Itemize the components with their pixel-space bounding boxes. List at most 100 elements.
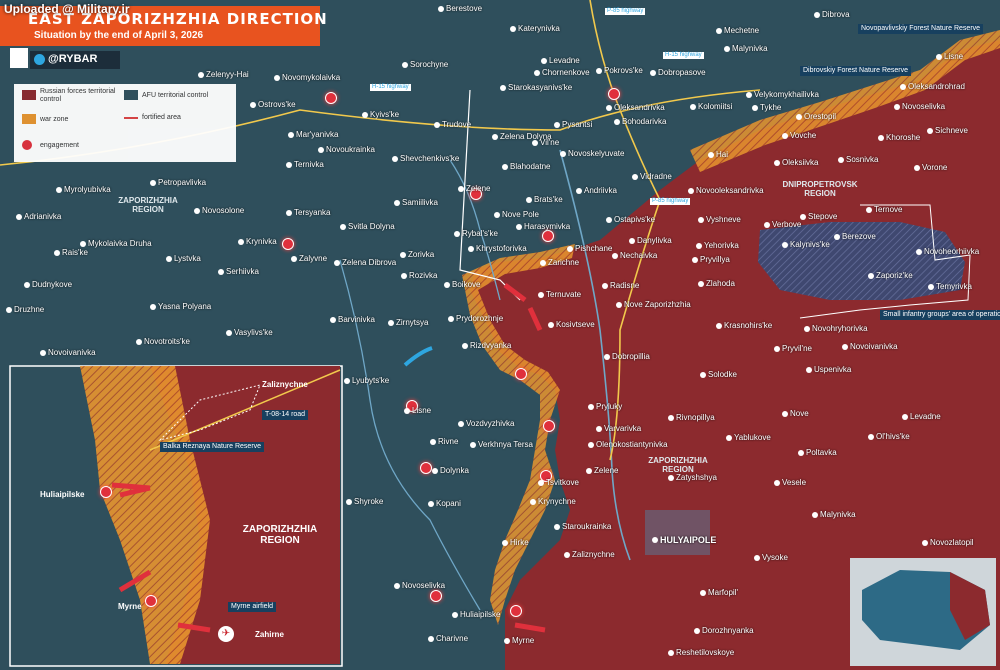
settlement-label: Malynivka	[732, 44, 768, 53]
settlement-dot	[448, 316, 454, 322]
settlement-dot	[668, 650, 674, 656]
settlement-label: Vidradne	[640, 172, 672, 181]
settlement-dot	[150, 304, 156, 310]
settlement-dot	[238, 239, 244, 245]
settlement-label: Radisne	[610, 281, 640, 290]
settlement-label: Temyrivka	[936, 282, 973, 291]
settlement-label: Orestopil	[804, 112, 837, 121]
settlement-label: Vorone	[922, 163, 948, 172]
settlement-dot	[502, 164, 508, 170]
engagement-marker	[510, 605, 522, 617]
settlement-dot	[288, 132, 294, 138]
settlement-label: Rizdvyanka	[470, 341, 512, 350]
settlement-label: Sosnivka	[846, 155, 879, 164]
settlement-dot	[700, 590, 706, 596]
settlement-dot	[218, 269, 224, 275]
telegram-icon	[34, 54, 45, 65]
settlement-label: Lisne	[944, 52, 964, 61]
settlement-label: Pishchane	[575, 244, 613, 253]
settlement-dot	[6, 307, 12, 313]
settlement-dot	[541, 58, 547, 64]
settlement-dot	[716, 323, 722, 329]
settlement-dot	[318, 147, 324, 153]
settlement-label: HULYAIPOLE	[660, 535, 717, 545]
settlement-dot	[567, 246, 573, 252]
inset-place: Zaliznychne	[262, 380, 308, 389]
settlement-label: Uspenivka	[814, 365, 852, 374]
settlement-label: Khrystoforivka	[476, 244, 527, 253]
settlement-label: Kyivs'ke	[370, 110, 400, 119]
brand-label: @RYBAR	[48, 53, 98, 65]
settlement-dot	[554, 122, 560, 128]
settlement-label: Petropavlivka	[158, 178, 207, 187]
legend-war-zone: war zone	[40, 116, 69, 123]
settlement-label: Katerynivka	[518, 24, 560, 33]
settlement-label: Novosolone	[202, 206, 245, 215]
settlement-label: Myrolyubivka	[64, 185, 111, 194]
settlement-dot	[596, 68, 602, 74]
settlement-dot	[502, 540, 508, 546]
qr-code-icon	[10, 48, 28, 68]
airplane-icon: ✈	[218, 626, 234, 642]
settlement-dot	[698, 217, 704, 223]
settlement-label: Vil'ne	[540, 138, 560, 147]
settlement-label: Zelene	[466, 184, 491, 193]
settlement-label: Blahodatne	[510, 162, 551, 171]
settlement-label: Zirnytsya	[396, 318, 429, 327]
settlement-dot	[54, 250, 60, 256]
settlement-dot	[394, 200, 400, 206]
settlement-label: Lyubyts'ke	[352, 376, 390, 385]
settlement-label: Krasnohirs'ke	[724, 321, 773, 330]
engagement-marker	[608, 88, 620, 100]
legend-afu: AFU territorial control	[142, 92, 209, 99]
settlement-dot	[604, 354, 610, 360]
settlement-dot	[894, 104, 900, 110]
settlement-label: Mechetne	[724, 26, 760, 35]
settlement-dot	[444, 282, 450, 288]
settlement-label: Zelena Dibrova	[342, 258, 397, 267]
settlement-label: Novoselivka	[402, 581, 446, 590]
settlement-label: Verkhnya Tersa	[478, 440, 533, 449]
settlement-label: Dudnykove	[32, 280, 73, 289]
settlement-dot	[936, 54, 942, 60]
settlement-label: Dobropillia	[612, 352, 650, 361]
settlement-dot	[150, 180, 156, 186]
settlement-dot	[388, 320, 394, 326]
settlement-label: Mar'yanivka	[296, 130, 339, 139]
settlement-dot	[696, 243, 702, 249]
settlement-dot	[586, 468, 592, 474]
settlement-label: Tersyanka	[294, 208, 331, 217]
settlement-label: Berezove	[842, 232, 876, 241]
settlement-dot	[928, 284, 934, 290]
region-label: ZAPORIZHZHIA REGION	[648, 456, 708, 474]
settlement-dot	[80, 241, 86, 247]
settlement-label: Tykhe	[760, 103, 782, 112]
settlement-label: Pryvil'ne	[782, 344, 812, 353]
settlement-dot	[492, 134, 498, 140]
settlement-label: Novoivanivka	[850, 342, 898, 351]
settlement-dot	[782, 242, 788, 248]
settlement-dot	[500, 85, 506, 91]
settlement-dot	[796, 114, 802, 120]
settlement-label: Yasna Polyana	[158, 302, 212, 311]
settlement-dot	[688, 188, 694, 194]
settlement-dot	[588, 442, 594, 448]
settlement-label: Rivnopillya	[676, 413, 715, 422]
settlement-dot	[878, 135, 884, 141]
settlement-dot	[428, 501, 434, 507]
settlement-label: Yehorivka	[704, 241, 739, 250]
russian-control-swatch	[22, 90, 36, 100]
settlement-label: Marfopil'	[708, 588, 738, 597]
settlement-dot	[194, 208, 200, 214]
settlement-dot	[548, 322, 554, 328]
settlement-label: Sichneve	[935, 126, 968, 135]
settlement-dot	[774, 480, 780, 486]
settlement-label: Vasylivs'ke	[234, 328, 273, 337]
settlement-dot	[166, 256, 172, 262]
settlement-label: Mykolaivka Druha	[88, 239, 152, 248]
road-tag: T-08-14 road	[262, 410, 309, 420]
settlement-dot	[428, 636, 434, 642]
settlement-dot	[692, 257, 698, 263]
settlement-dot	[346, 499, 352, 505]
settlement-dot	[532, 140, 538, 146]
